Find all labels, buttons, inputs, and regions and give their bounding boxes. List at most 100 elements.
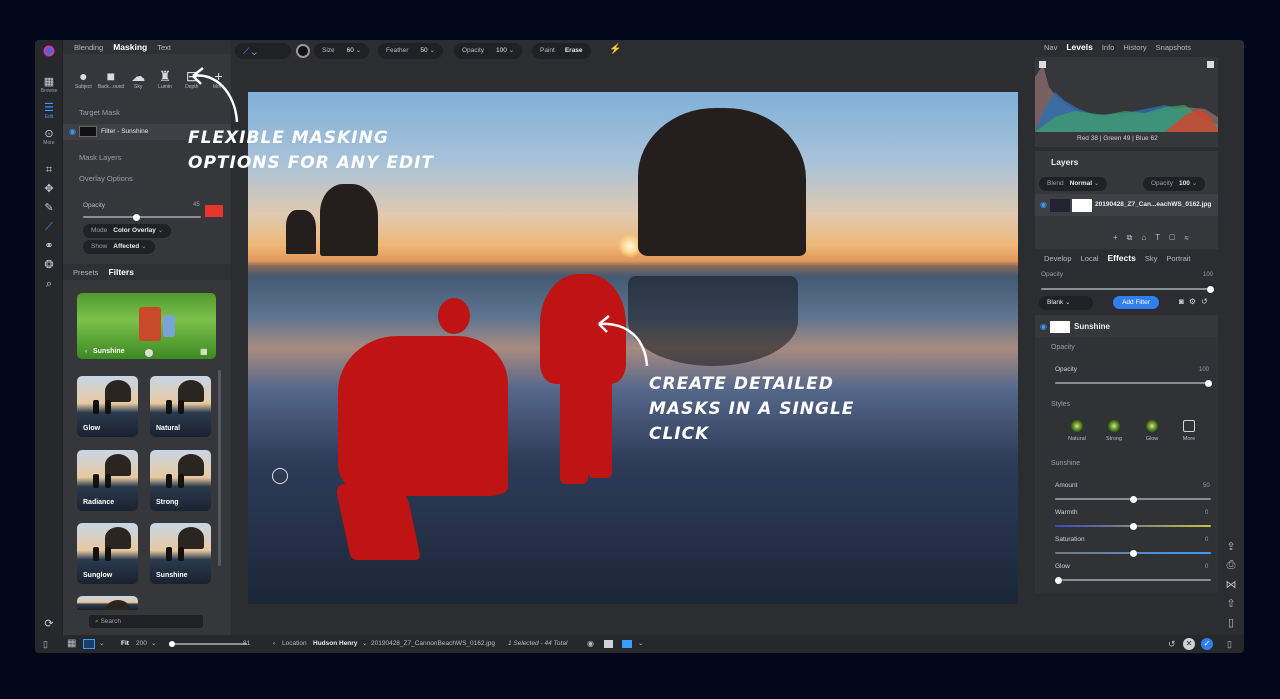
tab-levels[interactable]: Levels [1066, 42, 1092, 52]
slider-knob[interactable] [133, 213, 141, 221]
slider-knob[interactable] [1205, 379, 1212, 387]
overlay-mode-select[interactable]: Mode Color Overlay ⌄ [83, 224, 172, 238]
chevron-down-icon[interactable]: ⌄ [638, 635, 643, 653]
reset-icon[interactable]: ↺ [1201, 297, 1213, 306]
single-view-icon[interactable] [83, 639, 95, 649]
add-filter-button[interactable]: Add Filter [1113, 296, 1159, 309]
panel-toggle-icon[interactable]: ▯ [1222, 616, 1240, 635]
filter-thumb[interactable]: Radiance [77, 450, 138, 511]
tab-history[interactable]: History [1123, 43, 1146, 52]
tab-blending[interactable]: Blending [74, 43, 103, 52]
chevron-left-icon[interactable]: ‹ [85, 348, 87, 355]
chevron-down-icon[interactable]: ⌄ [151, 635, 156, 653]
tab-filters[interactable]: Filters [108, 267, 134, 277]
edit-button[interactable]: ☰ Edit [39, 102, 59, 121]
tab-local[interactable]: Local [1081, 254, 1099, 263]
overlay-show-select[interactable]: Show Affected ⌄ [83, 240, 155, 254]
warmth-slider[interactable] [1055, 522, 1211, 530]
sidebar-toggle-icon[interactable]: ▯ [43, 635, 48, 653]
tab-sky[interactable]: Sky [1145, 254, 1158, 263]
chevron-down-icon[interactable]: ⌄ [99, 635, 104, 653]
filter-search-input[interactable]: ⌕ Search [89, 615, 203, 628]
compare-icon[interactable] [604, 640, 613, 648]
fill-icon[interactable]: ⌂ [1141, 233, 1155, 242]
brush-icon[interactable]: ✎ [39, 202, 59, 214]
more-button[interactable]: ⊙ More [39, 128, 59, 147]
slider-knob[interactable] [169, 641, 175, 647]
sync-icon[interactable]: ⟳ [39, 618, 59, 630]
fit-button[interactable]: Fit [121, 635, 129, 653]
size-control[interactable]: Size 60 ⌄ [314, 43, 370, 59]
chevron-left-icon[interactable]: ‹ [273, 635, 275, 653]
filter-thumb-partial[interactable] [77, 596, 138, 610]
mask-view-icon[interactable] [622, 640, 632, 648]
amount-slider[interactable] [1055, 495, 1211, 503]
slider-knob[interactable] [1130, 522, 1137, 530]
brush-mode-select[interactable]: ⟋ ⌄ [235, 43, 291, 59]
tab-masking[interactable]: Masking [113, 42, 147, 52]
app-logo-icon[interactable] [39, 45, 59, 60]
slider-knob[interactable] [1130, 549, 1137, 557]
slider-knob[interactable] [1130, 495, 1137, 503]
tab-text[interactable]: Text [157, 43, 171, 52]
style-strong[interactable]: Strong [1098, 420, 1130, 442]
panel-toggle-icon[interactable]: ▯ [1227, 635, 1232, 653]
undo-icon[interactable]: ↺ [1168, 635, 1176, 653]
effects-opacity-slider[interactable] [1041, 285, 1214, 293]
upload-icon[interactable]: ⇧ [1222, 597, 1240, 616]
print-icon[interactable]: ⎙ [1222, 559, 1240, 578]
mask-icon[interactable]: ◙ [1179, 297, 1189, 306]
paint-label[interactable]: Paint [540, 47, 555, 54]
style-more[interactable]: More [1173, 420, 1205, 442]
feather-control[interactable]: Feather 50 ⌄ [378, 43, 443, 59]
text-icon[interactable]: T [1155, 233, 1169, 242]
filter-opacity-slider[interactable] [1055, 379, 1212, 387]
favorite-toggle[interactable] [145, 349, 153, 357]
filter-thumb[interactable]: Glow [77, 376, 138, 437]
mask-tool-lumin[interactable]: ♜ Lumin [153, 68, 178, 91]
overlay-opacity-slider[interactable] [83, 213, 201, 221]
filter-thumb[interactable]: Strong [150, 450, 211, 511]
delete-icon[interactable]: ▢ [1169, 233, 1184, 242]
layer-opacity-select[interactable]: Opacity 100 ⌄ [1143, 177, 1206, 191]
shadow-clip-toggle[interactable] [1039, 61, 1046, 68]
clone-icon[interactable]: ⚭ [39, 240, 59, 252]
grid-view-icon[interactable]: ▦ [67, 635, 76, 653]
saturation-slider[interactable] [1055, 549, 1211, 557]
tab-snapshots[interactable]: Snapshots [1156, 43, 1191, 52]
tab-effects[interactable]: Effects [1107, 253, 1135, 263]
filter-thumb[interactable]: Sunglow [77, 523, 138, 584]
mask-layers-heading[interactable]: Mask Layers [79, 153, 122, 162]
filter-thumb[interactable]: Natural [150, 376, 211, 437]
zoom-value[interactable]: 200 [136, 635, 147, 653]
featured-filter-card[interactable]: ‹ Sunshine ▦ [77, 293, 216, 359]
blank-preset-select[interactable]: Blank ⌄ [1039, 296, 1093, 310]
filters-scrollbar[interactable] [218, 370, 221, 566]
grid-view-icon[interactable]: ▦ [200, 347, 208, 356]
mask-tool-background[interactable]: ■ Back...ound [98, 68, 124, 91]
move-icon[interactable]: ✥ [39, 183, 59, 195]
brush-preview[interactable] [296, 44, 310, 58]
erase-label[interactable]: Erase [565, 47, 583, 54]
blend-select[interactable]: Blend Normal ⌄ [1039, 177, 1108, 191]
mask-tool-sky[interactable]: ☁ Sky [126, 68, 151, 91]
layer-row[interactable]: ◉ 20190428_Z7_Can...eachWS_0162.jpg [1035, 194, 1218, 216]
overlay-color-swatch[interactable] [205, 205, 223, 217]
zoom-icon[interactable]: ⌕ [39, 278, 59, 290]
chevron-down-icon[interactable]: ⌄ [362, 635, 367, 653]
retouch-icon[interactable]: ❂ [39, 259, 59, 271]
style-glow[interactable]: Glow [1136, 420, 1168, 442]
tab-develop[interactable]: Develop [1044, 254, 1072, 263]
paint-erase-toggle[interactable]: Paint Erase [532, 43, 591, 59]
style-natural[interactable]: Natural [1061, 420, 1093, 442]
cancel-button[interactable]: ✕ [1183, 638, 1195, 650]
share-icon[interactable]: ⋈ [1222, 578, 1240, 597]
layers-icon[interactable]: ≋ [1184, 233, 1198, 242]
thumb-size-slider[interactable] [169, 643, 247, 645]
add-layer-icon[interactable]: + [1113, 233, 1127, 242]
tab-info[interactable]: Info [1102, 43, 1115, 52]
mask-brush-icon[interactable]: ⟋ [39, 221, 59, 233]
slider-knob[interactable] [1207, 285, 1214, 293]
tab-nav[interactable]: Nav [1044, 43, 1057, 52]
location-value[interactable]: Hudson Henry [313, 635, 357, 653]
